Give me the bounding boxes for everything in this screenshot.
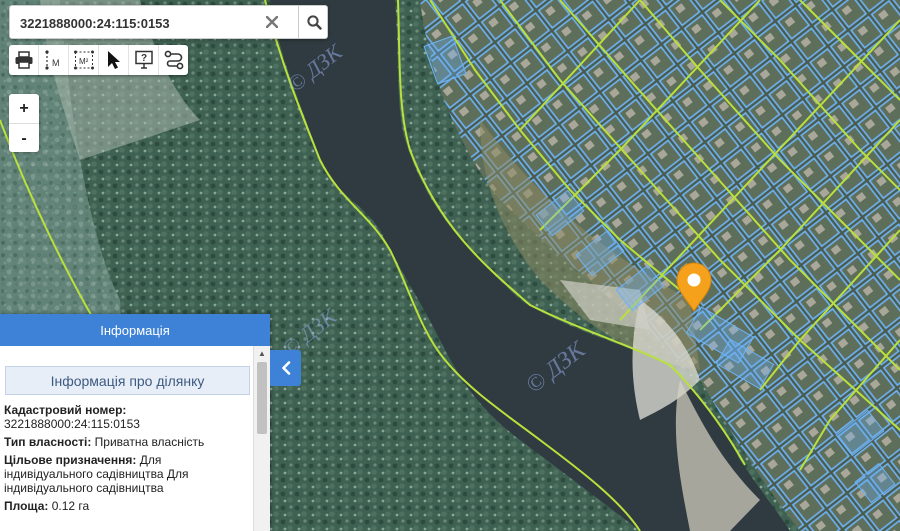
- zoom-in-button[interactable]: +: [9, 94, 39, 124]
- measure-distance-label: M: [52, 58, 60, 68]
- purpose-field: Цільове призначення: Для індивідуального…: [4, 453, 250, 495]
- measure-distance-icon: M: [44, 50, 60, 70]
- route-icon: [164, 50, 183, 70]
- info-panel-body: Інформація про ділянку Кадастровий номер…: [0, 346, 254, 531]
- measure-area-label: M²: [79, 57, 89, 66]
- print-icon: [15, 51, 32, 69]
- pointer-button[interactable]: [99, 45, 129, 75]
- search-icon: [306, 14, 322, 30]
- close-icon[interactable]: [262, 12, 282, 32]
- search-box: [9, 5, 328, 39]
- print-button[interactable]: [9, 45, 39, 75]
- measure-area-button[interactable]: M²: [69, 45, 99, 75]
- zoom-out-button[interactable]: -: [9, 124, 39, 153]
- field-value: 0.12 га: [51, 499, 90, 513]
- info-panel-header: Інформація: [0, 314, 270, 346]
- field-value: Приватна власність: [94, 435, 205, 449]
- field-label: Цільове призначення:: [4, 453, 137, 467]
- svg-text:?: ?: [141, 53, 147, 64]
- ownership-type-field: Тип власності: Приватна власність: [4, 435, 250, 449]
- route-button[interactable]: [159, 45, 188, 75]
- info-panel-scrollbar[interactable]: ▲: [253, 346, 270, 531]
- cadastral-number-field: Кадастровий номер: 3221888000:24:115:015…: [4, 403, 250, 431]
- area-field: Площа: 0.12 га: [4, 499, 250, 513]
- measure-distance-button[interactable]: M: [39, 45, 69, 75]
- identify-icon: ?: [134, 50, 153, 69]
- info-panel: Інформація Інформація про ділянку Кадаст…: [0, 314, 270, 531]
- map-toolbar: M M² ?: [9, 45, 188, 75]
- identify-button[interactable]: ?: [129, 45, 159, 75]
- collapse-panel-button[interactable]: [270, 350, 301, 386]
- field-label: Площа:: [4, 499, 49, 513]
- zoom-control: + -: [9, 94, 39, 152]
- field-label: Кадастровий номер:: [4, 403, 127, 417]
- scroll-up-icon[interactable]: ▲: [254, 346, 270, 360]
- measure-area-icon: M²: [73, 50, 94, 70]
- pointer-icon: [107, 51, 120, 69]
- search-input[interactable]: [18, 12, 262, 34]
- chevron-left-icon: [281, 361, 290, 375]
- scroll-thumb[interactable]: [257, 362, 267, 434]
- parcel-info-title: Інформація про ділянку: [5, 366, 250, 395]
- search-button[interactable]: [298, 6, 329, 38]
- field-label: Тип власності:: [4, 435, 92, 449]
- field-value: 3221888000:24:115:0153: [4, 417, 140, 431]
